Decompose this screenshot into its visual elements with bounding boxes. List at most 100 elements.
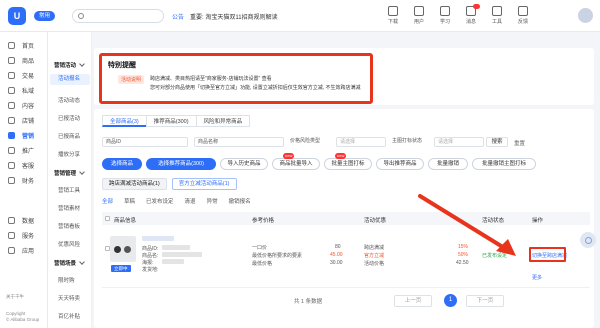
subnav-item-tools[interactable]: 营销工具 (58, 186, 80, 194)
top-header: U 常用 公告 重要: 淘宝天猫双11招商规则解读 下载 用户 学习 消息 工具… (0, 0, 600, 32)
table-row: 立即中 商品ID: 商品名: 海报: 发货地: 一口价 80 最低价格所要求的要… (102, 228, 590, 288)
col-reference-price: 参考价格 (252, 218, 275, 224)
status-all[interactable]: 全部 (102, 197, 113, 207)
import-history-button[interactable]: 导入历史商品 (220, 158, 268, 170)
main-image-select[interactable]: 请选择 (434, 137, 484, 147)
status-abnormal[interactable]: 异常 (207, 197, 218, 207)
pagination: 共 1 条数据 上一页 1 下一页 (294, 294, 554, 307)
toolbar: 下载 用户 学习 消息 工具 反馈 (380, 4, 536, 30)
rail-item-trade[interactable]: 交易 (0, 68, 48, 83)
product-status-badge: 立即中 (111, 265, 131, 272)
next-page-button[interactable]: 下一页 (466, 295, 504, 307)
total-count: 共 1 条数据 (294, 299, 323, 305)
list-price-label: 一口价 (252, 245, 268, 251)
subnav-item-risk[interactable]: 优惠风险 (58, 240, 80, 248)
toolbar-feedback[interactable]: 反馈 (510, 4, 536, 30)
subnav-item-materials[interactable]: 营销素材 (58, 204, 80, 212)
select-all-checkbox[interactable] (105, 216, 110, 221)
poster-redacted (162, 259, 184, 264)
batch-tag-label: 批量主图打标 (331, 161, 365, 167)
subnav-item-registered-activities[interactable]: 已报活动 (58, 114, 80, 122)
global-search-input[interactable] (72, 9, 164, 23)
rail-item-service-desk[interactable]: 客服 (0, 158, 48, 173)
prev-page-button[interactable]: 上一页 (394, 295, 432, 307)
rail-item-shop[interactable]: 店铺 (0, 113, 48, 128)
min-price-req-value: 45.00 (330, 252, 343, 258)
tab-official-discount[interactable]: 官方立减活动商品(1) (171, 178, 237, 190)
home-pill[interactable]: 常用 (34, 11, 56, 21)
tab-all-goods[interactable]: 全部商品(3) (102, 115, 147, 127)
product-image[interactable] (110, 236, 136, 262)
col-status: 活动状态 (482, 218, 505, 224)
subnav-item-dashboard[interactable]: 营销看板 (58, 222, 80, 230)
tab-recommended-goods[interactable]: 推荐商品(300) (145, 115, 197, 127)
batch-import-button[interactable]: 商品批量导入 new (272, 153, 320, 170)
toolbar-user[interactable]: 用户 (406, 4, 432, 30)
rail-item-apps[interactable]: 应用 (0, 243, 48, 258)
goods-icon (8, 57, 15, 64)
product-id-label: 商品ID: (142, 246, 159, 252)
rail-item-service[interactable]: 服务 (0, 228, 48, 243)
app-logo[interactable]: U (8, 7, 26, 25)
subnav-item-daily-deals[interactable]: 天天特卖 (58, 294, 80, 302)
more-link[interactable]: 更多 (532, 274, 542, 281)
product-id-redacted (162, 245, 190, 250)
shop-icon (8, 117, 15, 124)
rail-item-home[interactable]: 首页 (0, 38, 48, 53)
product-name-field[interactable]: 商品名称 (194, 137, 284, 147)
status-draft[interactable]: 草稿 (124, 197, 135, 207)
rail-item-private[interactable]: 私域 (0, 83, 48, 98)
subnav-group-management[interactable]: 营销管理 (54, 169, 84, 177)
search-button[interactable]: 搜索 (486, 137, 508, 147)
rail-item-goods[interactable]: 商品 (0, 53, 48, 68)
batch-revoke-tag-button[interactable]: 批量撤销主图打标 (472, 158, 536, 170)
status-withdrawn[interactable]: 撤销报名 (229, 197, 251, 207)
min-price-label: 最低价格 (252, 261, 273, 267)
subnav-item-subsidy[interactable]: 百亿补贴 (58, 312, 80, 320)
tab-cross-store[interactable]: 跨店满减活动商品(1) (102, 178, 167, 190)
subnav-item-signup[interactable]: 活动报名 (50, 74, 90, 85)
data-icon (8, 217, 15, 224)
toolbar-message[interactable]: 消息 (458, 4, 484, 30)
avatar[interactable] (578, 8, 593, 23)
unread-badge (473, 4, 480, 9)
product-id-field[interactable]: 商品ID (102, 137, 188, 147)
announcement-tag[interactable]: 公告 (172, 12, 184, 21)
status-published[interactable]: 已发布设定 (146, 197, 174, 207)
select-goods-button[interactable]: 选择商品 (102, 158, 142, 170)
price-type-select[interactable]: 请选择 (336, 137, 386, 147)
subnav-item-registered-goods[interactable]: 已报商品 (58, 132, 80, 140)
subnav-item-flash-sale[interactable]: 限时购 (58, 276, 75, 284)
min-price-value: 30.00 (330, 260, 343, 266)
product-title-redacted (142, 236, 174, 241)
subnav-item-activity-updates[interactable]: 活动动态 (58, 96, 80, 104)
about-link[interactable]: 关于千牛 (6, 294, 24, 300)
select-recommended-button[interactable]: 选择推荐商品(300) (146, 158, 216, 170)
batch-revoke-button[interactable]: 批量撤销 (428, 158, 468, 170)
announcement-text[interactable]: 重要: 淘宝天猫双11招商规则解读 (190, 12, 278, 21)
status-removed[interactable]: 清退 (185, 197, 196, 207)
export-recommended-button[interactable]: 导出推荐商品 (376, 158, 424, 170)
rail-item-data[interactable]: 数据 (0, 213, 48, 228)
rail-item-promotion[interactable]: 推广 (0, 143, 48, 158)
tool-icon (492, 6, 502, 16)
reset-button[interactable]: 重置 (514, 139, 525, 147)
learn-icon (440, 6, 450, 16)
content-icon (8, 102, 15, 109)
current-page[interactable]: 1 (444, 294, 457, 307)
subnav-group-scenes[interactable]: 营销场景 (54, 259, 84, 267)
apps-icon (8, 247, 15, 254)
home-icon (8, 42, 15, 49)
main-nav-rail: 首页 商品 交易 私域 内容 店铺 营销 推广 客服 财务 数据 服务 应用 关… (0, 32, 48, 328)
subnav-group-activities[interactable]: 营销活动 (54, 61, 84, 69)
subnav-item-share[interactable]: 播放分享 (58, 150, 80, 158)
batch-tag-button[interactable]: 批量主图打标 new (324, 153, 372, 170)
rail-item-finance[interactable]: 财务 (0, 173, 48, 188)
rail-item-marketing[interactable]: 营销 (0, 128, 48, 143)
toolbar-download[interactable]: 下载 (380, 4, 406, 30)
tab-risk-goods[interactable]: 风险和异常商品 (195, 115, 251, 127)
toolbar-learn[interactable]: 学习 (432, 4, 458, 30)
help-float-icon[interactable] (580, 232, 596, 248)
rail-item-content[interactable]: 内容 (0, 98, 48, 113)
toolbar-tool[interactable]: 工具 (484, 4, 510, 30)
